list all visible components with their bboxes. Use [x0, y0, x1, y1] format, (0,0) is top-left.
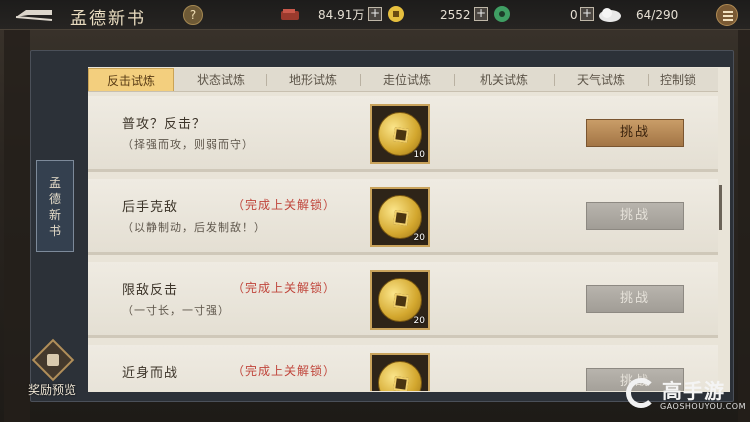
reward-item[interactable] [370, 353, 430, 391]
tab-weather-trial[interactable]: 天气试炼 [556, 68, 646, 91]
add-jade-button[interactable]: + [580, 7, 594, 21]
supply-amount: 84.91万 [318, 8, 365, 22]
trial-row: 后手克敌 （完成上关解锁） （以静制动，后发制敌！） 20 挑战 [88, 179, 718, 255]
tab-divider [648, 74, 649, 86]
tab-divider [360, 74, 361, 86]
copper-coin-icon [378, 361, 422, 391]
tab-divider [266, 74, 267, 86]
challenge-button[interactable]: 挑战 [586, 119, 684, 147]
jade-amount: 0 [570, 8, 578, 22]
tab-mechanism-trial[interactable]: 机关试炼 [456, 68, 552, 91]
add-supply-button[interactable]: + [368, 7, 382, 21]
background-pillar [738, 30, 750, 422]
reward-item[interactable]: 20 [370, 187, 430, 247]
menu-icon [723, 11, 733, 13]
cloud-token-amount: 64/290 [636, 8, 679, 22]
gold-amount: 2552 [440, 8, 471, 22]
challenge-button-disabled[interactable]: 挑战 [586, 285, 684, 313]
reward-item[interactable]: 10 [370, 104, 430, 164]
watermark-logo-icon [626, 378, 656, 408]
supply-icon [281, 9, 299, 20]
trial-description: （择强而攻，则弱而守） [122, 138, 254, 151]
reward-item[interactable]: 20 [370, 270, 430, 330]
trial-tabs: 反击试炼 状态试炼 地形试炼 走位试炼 机关试炼 天气试炼 控制锁 [88, 68, 718, 92]
jade-icon [494, 6, 510, 22]
tab-divider [454, 74, 455, 86]
trial-row: 普攻？反击？ （择强而攻，则弱而守） 10 挑战 [88, 96, 718, 172]
book-side-tab[interactable]: 孟德新书 [36, 160, 74, 252]
trial-list: 普攻？反击？ （择强而攻，则弱而守） 10 挑战 后手克敌 （完成上关解锁） （… [88, 93, 718, 391]
watermark-url: GAOSHOUYOU.COM [660, 402, 747, 411]
coin-hole-shape [393, 210, 409, 226]
unlock-hint: （完成上关解锁） [232, 198, 337, 212]
coin-hole-shape [393, 293, 409, 309]
trial-description: （以静制动，后发制敌！） [122, 221, 266, 234]
unlock-hint: （完成上关解锁） [232, 281, 337, 295]
tab-divider [554, 74, 555, 86]
reward-quantity: 20 [413, 233, 425, 243]
add-gold-button[interactable]: + [474, 7, 488, 21]
help-button[interactable]: ? [183, 5, 203, 25]
trial-row: 限敌反击 （完成上关解锁） （一寸长，一寸强） 20 挑战 [88, 262, 718, 338]
reward-preview-button[interactable]: 奖励预览 [24, 338, 84, 398]
book-side-tab-label: 孟德新书 [49, 176, 62, 238]
watermark: 高手游 GAOSHOUYOU.COM [626, 375, 750, 422]
trial-name: 近身而战 [122, 366, 179, 381]
tab-control-trial[interactable]: 控制锁 [660, 68, 718, 91]
challenge-button-disabled[interactable]: 挑战 [586, 202, 684, 230]
tab-counter-trial[interactable]: 反击试炼 [88, 68, 174, 91]
page-title: 孟德新书 [70, 9, 146, 29]
reward-quantity: 20 [413, 316, 425, 326]
tab-status-trial[interactable]: 状态试炼 [178, 68, 264, 91]
back-arrow-icon[interactable] [12, 6, 56, 24]
menu-icon [723, 15, 733, 17]
watermark-name: 高手游 [662, 379, 725, 403]
tab-terrain-trial[interactable]: 地形试炼 [268, 68, 358, 91]
trial-name: 后手克敌 [122, 200, 179, 215]
menu-button[interactable] [716, 4, 738, 26]
menu-icon [723, 19, 733, 21]
list-scrollbar[interactable] [719, 185, 722, 230]
tab-movement-trial[interactable]: 走位试炼 [362, 68, 452, 91]
trial-description: （一寸长，一寸强） [122, 304, 230, 317]
unlock-hint: （完成上关解锁） [232, 364, 337, 378]
trial-name: 限敌反击 [122, 283, 179, 298]
reward-quantity: 10 [413, 150, 425, 160]
trial-row: 近身而战 （完成上关解锁） 挑战 [88, 345, 718, 391]
chest-icon-inner [47, 354, 59, 366]
gold-coin-icon [388, 6, 404, 22]
top-bar: 孟德新书 ? 84.91万 + 2552 + 0 + 64/290 [0, 0, 750, 30]
coin-hole-shape [393, 127, 409, 143]
reward-preview-label: 奖励预览 [28, 383, 77, 397]
cloud-token-icon [599, 8, 621, 22]
trial-name: 普攻？反击？ [122, 117, 207, 132]
coin-hole-shape [393, 376, 409, 391]
